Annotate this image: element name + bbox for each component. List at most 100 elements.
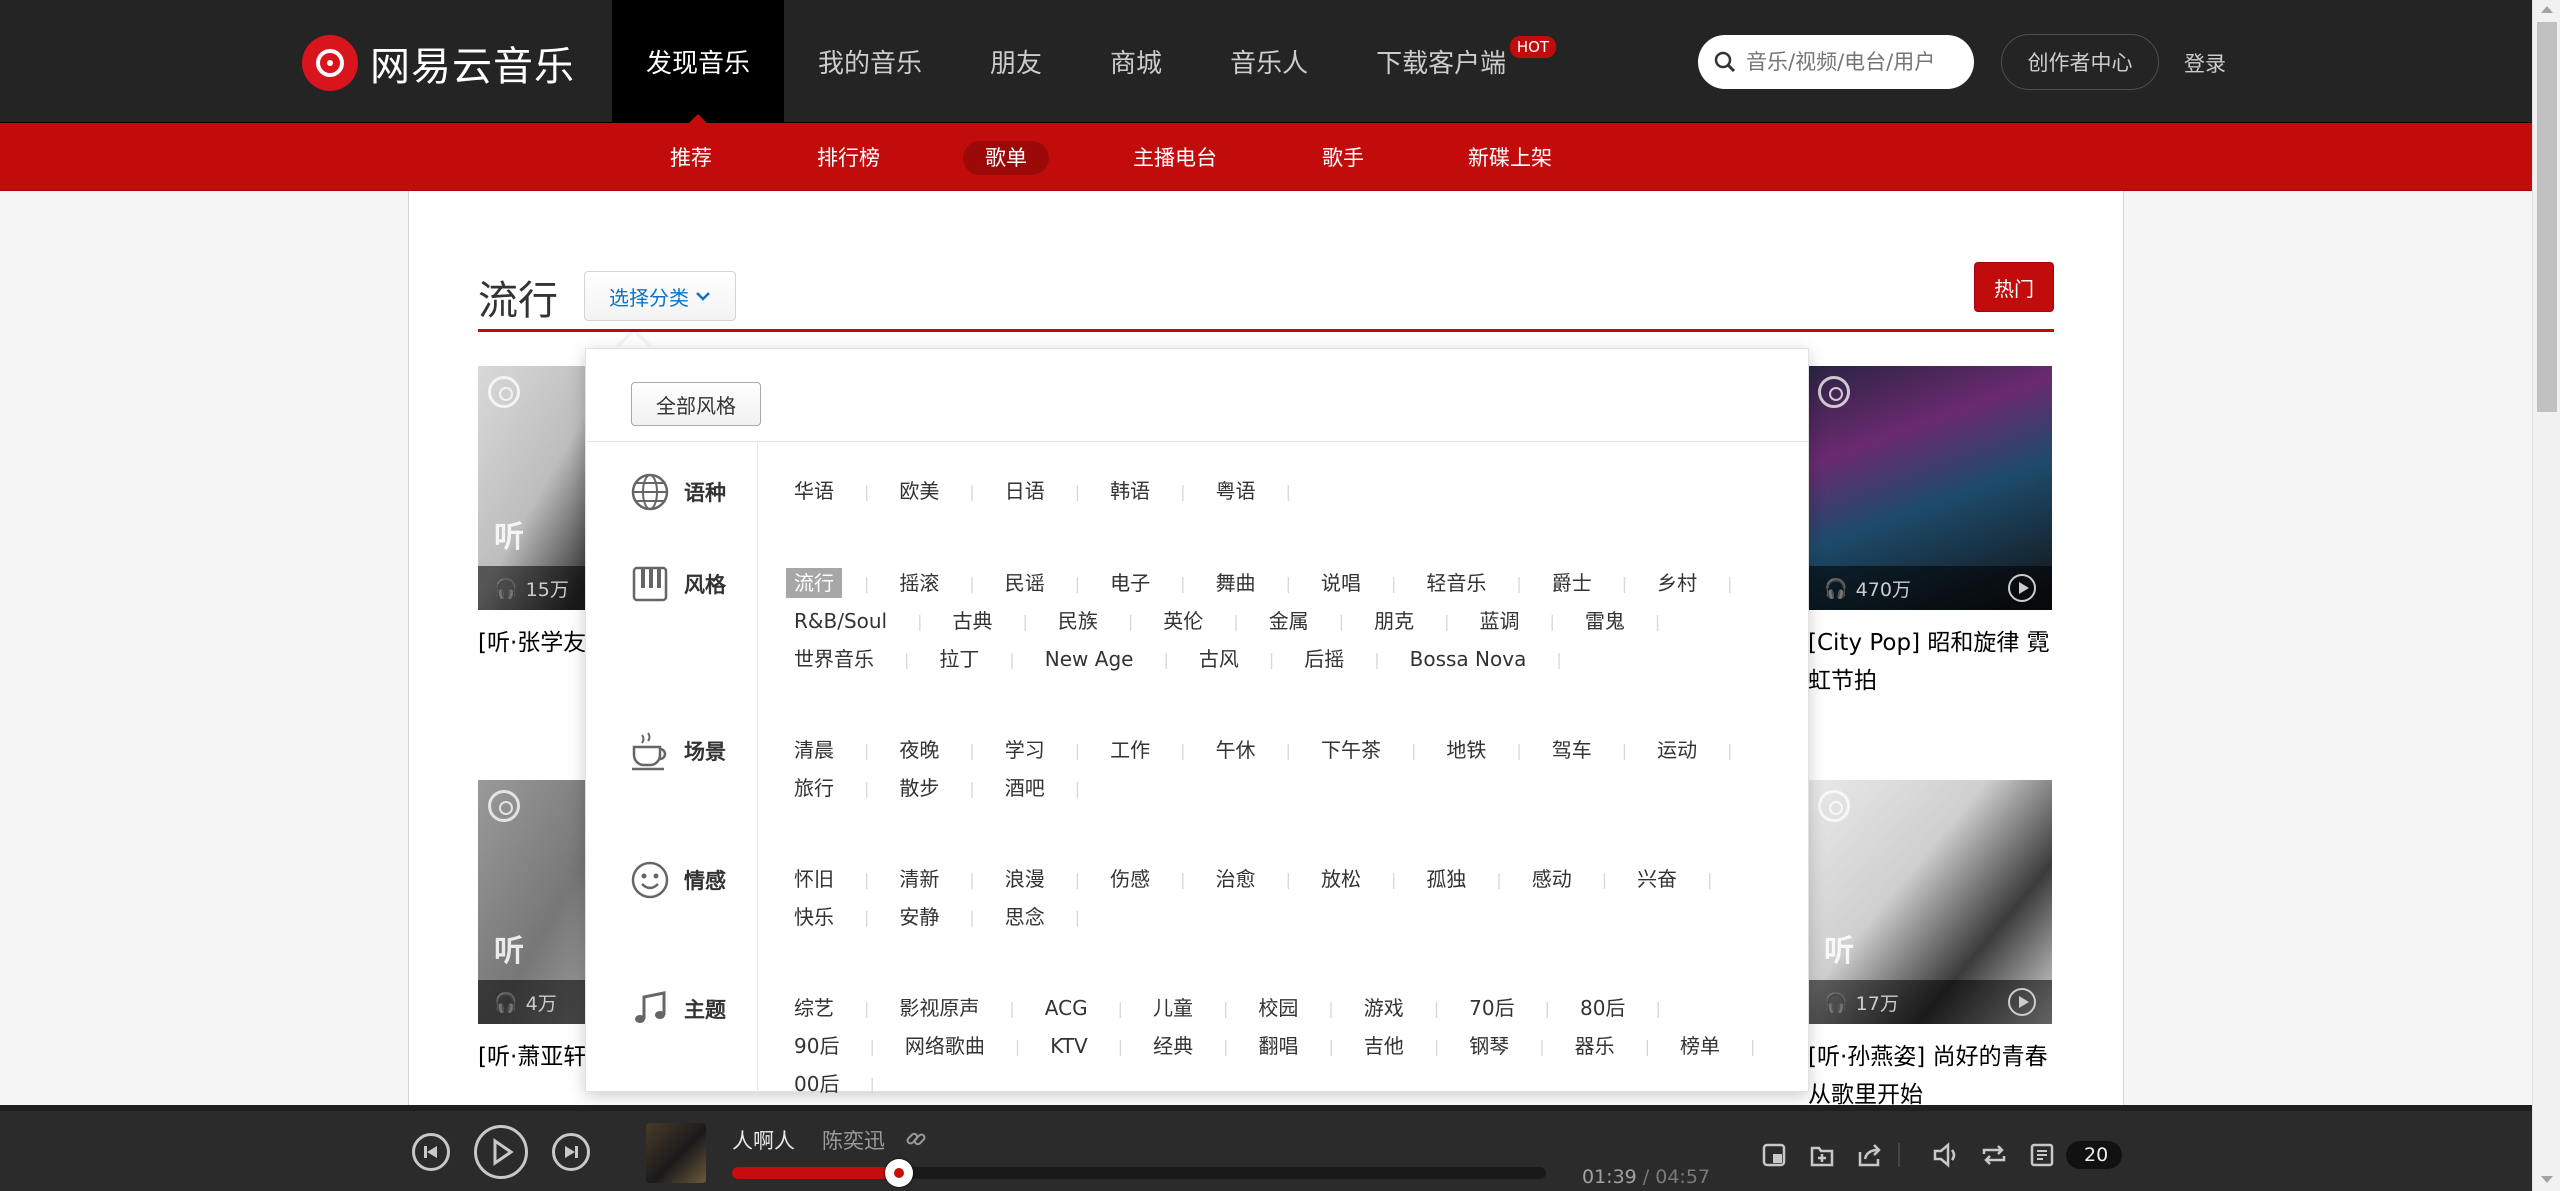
category-tag[interactable]: 蓝调 | xyxy=(1471,602,1576,640)
category-tag[interactable]: 华语 | xyxy=(786,472,891,510)
category-tag[interactable]: 粤语 | xyxy=(1208,472,1313,510)
search-box[interactable] xyxy=(1698,35,1974,89)
nav-discover[interactable]: 发现音乐 xyxy=(612,0,785,123)
category-tag[interactable]: KTV | xyxy=(1042,1027,1145,1065)
category-tag[interactable]: 民族 | xyxy=(1050,602,1155,640)
category-tag[interactable]: 驾车 | xyxy=(1544,731,1649,769)
subnav-playlists[interactable]: 歌单 xyxy=(963,141,1049,175)
category-tag[interactable]: 学习 | xyxy=(997,731,1102,769)
category-tag[interactable]: 夜晚 | xyxy=(891,731,996,769)
playlist-title[interactable]: [City Pop] 昭和旋律 霓虹节拍 xyxy=(1808,624,2052,700)
category-tag[interactable]: 说唱 | xyxy=(1313,564,1418,602)
category-tag[interactable]: 舞曲 | xyxy=(1208,564,1313,602)
picture-in-picture-icon[interactable] xyxy=(1760,1141,1788,1169)
category-tag[interactable]: 伤感 | xyxy=(1102,860,1207,898)
category-tag[interactable]: 影视原声 | xyxy=(891,989,1036,1027)
category-tag[interactable]: 后摇 | xyxy=(1296,640,1401,678)
category-tag[interactable]: 拉丁 | xyxy=(931,640,1036,678)
category-tag[interactable]: 治愈 | xyxy=(1208,860,1313,898)
category-tag[interactable]: 兴奋 | xyxy=(1629,860,1734,898)
category-tag[interactable]: 安静 | xyxy=(891,898,996,936)
category-tag[interactable]: 怀旧 | xyxy=(786,860,891,898)
subnav-artists[interactable]: 歌手 xyxy=(1322,141,1364,175)
select-category-button[interactable]: 选择分类 xyxy=(584,271,736,321)
category-tag[interactable]: 摇滚 | xyxy=(891,564,996,602)
category-tag[interactable]: 午休 | xyxy=(1208,731,1313,769)
category-tag[interactable]: 古典 | xyxy=(945,602,1050,640)
category-tag[interactable]: 古风 | xyxy=(1191,640,1296,678)
category-tag[interactable]: 榜单 | xyxy=(1672,1027,1777,1065)
category-tag[interactable]: 爵士 | xyxy=(1544,564,1649,602)
progress-knob[interactable] xyxy=(884,1159,913,1187)
category-tag[interactable]: 下午茶 | xyxy=(1313,731,1438,769)
category-tag[interactable]: 流行 | xyxy=(786,564,891,602)
playlist-cover[interactable]: 听 🎧 17万 xyxy=(1808,780,2052,1024)
category-tag[interactable]: 工作 | xyxy=(1102,731,1207,769)
link-icon[interactable] xyxy=(902,1125,930,1153)
page-scrollbar[interactable] xyxy=(2532,0,2560,1191)
all-styles-button[interactable]: 全部风格 xyxy=(631,382,761,426)
nav-my-music[interactable]: 我的音乐 xyxy=(784,0,956,123)
search-input[interactable] xyxy=(1746,50,1956,74)
category-tag[interactable]: 70后 | xyxy=(1461,989,1572,1027)
nav-friends[interactable]: 朋友 xyxy=(956,0,1076,123)
category-tag[interactable]: 游戏 | xyxy=(1356,989,1461,1027)
category-tag[interactable]: 韩语 | xyxy=(1102,472,1207,510)
play-icon[interactable] xyxy=(2008,574,2036,602)
category-tag[interactable]: 浪漫 | xyxy=(997,860,1102,898)
category-tag[interactable]: 综艺 | xyxy=(786,989,891,1027)
category-tag[interactable]: 雷鬼 | xyxy=(1577,602,1682,640)
category-tag[interactable]: 钢琴 | xyxy=(1461,1027,1566,1065)
scrollbar-thumb[interactable] xyxy=(2537,22,2557,412)
scroll-down-icon[interactable] xyxy=(2541,1176,2553,1183)
category-tag[interactable]: 日语 | xyxy=(997,472,1102,510)
category-tag[interactable]: 孤独 | xyxy=(1418,860,1523,898)
play-button[interactable] xyxy=(474,1125,528,1179)
playlist-cover[interactable]: 🎧 470万 xyxy=(1808,366,2052,610)
category-tag[interactable]: 网络歌曲 | xyxy=(897,1027,1042,1065)
category-tag[interactable]: 酒吧 | xyxy=(997,769,1102,807)
category-tag[interactable]: 感动 | xyxy=(1524,860,1629,898)
playlist-count[interactable]: 20 xyxy=(2066,1141,2122,1169)
category-tag[interactable]: 民谣 | xyxy=(997,564,1102,602)
nav-store[interactable]: 商城 xyxy=(1076,0,1196,123)
next-icon[interactable] xyxy=(552,1133,590,1171)
category-tag[interactable]: R&B/Soul | xyxy=(786,602,945,640)
song-artist[interactable]: 陈奕迅 xyxy=(822,1125,885,1155)
category-tag[interactable]: Bossa Nova | xyxy=(1402,640,1584,678)
category-tag[interactable]: 器乐 | xyxy=(1567,1027,1672,1065)
playlist-card[interactable]: 听 🎧 17万 [听·孙燕姿] 尚好的青春从歌里开始 xyxy=(1808,780,2052,1114)
nav-download-client[interactable]: 下载客户端 HOT xyxy=(1342,0,1557,123)
scroll-up-icon[interactable] xyxy=(2541,6,2553,13)
category-tag[interactable]: 欧美 | xyxy=(891,472,996,510)
hot-button[interactable]: 热门 xyxy=(1974,262,2054,312)
category-tag[interactable]: 英伦 | xyxy=(1155,602,1260,640)
song-title[interactable]: 人啊人 xyxy=(732,1125,795,1155)
subnav-radio[interactable]: 主播电台 xyxy=(1133,141,1217,175)
category-tag[interactable]: 朋克 | xyxy=(1366,602,1471,640)
creator-center-button[interactable]: 创作者中心 xyxy=(2001,34,2159,90)
category-tag[interactable]: 思念 | xyxy=(997,898,1102,936)
add-to-playlist-icon[interactable] xyxy=(1808,1141,1836,1169)
playlist-icon[interactable] xyxy=(2028,1141,2056,1169)
category-tag[interactable]: 吉他 | xyxy=(1356,1027,1461,1065)
category-tag[interactable]: New Age | xyxy=(1037,640,1191,678)
play-icon[interactable] xyxy=(2008,988,2036,1016)
logo[interactable]: 网易云音乐 xyxy=(302,35,575,91)
category-tag[interactable]: 运动 | xyxy=(1649,731,1754,769)
category-tag[interactable]: 放松 | xyxy=(1313,860,1418,898)
playlist-card[interactable]: 🎧 470万 [City Pop] 昭和旋律 霓虹节拍 xyxy=(1808,366,2052,700)
share-icon[interactable] xyxy=(1856,1141,1884,1169)
repeat-icon[interactable] xyxy=(1980,1141,2008,1169)
category-tag[interactable]: 旅行 | xyxy=(786,769,891,807)
category-tag[interactable]: 散步 | xyxy=(891,769,996,807)
previous-icon[interactable] xyxy=(412,1133,450,1171)
category-tag[interactable]: 翻唱 | xyxy=(1250,1027,1355,1065)
category-tag[interactable]: 校园 | xyxy=(1250,989,1355,1027)
category-tag[interactable]: 00后 | xyxy=(786,1065,897,1103)
category-tag[interactable]: 快乐 | xyxy=(786,898,891,936)
category-tag[interactable]: 地铁 | xyxy=(1438,731,1543,769)
category-tag[interactable]: 轻音乐 | xyxy=(1418,564,1543,602)
category-tag[interactable]: 乡村 | xyxy=(1649,564,1754,602)
category-tag[interactable]: ACG | xyxy=(1037,989,1145,1027)
